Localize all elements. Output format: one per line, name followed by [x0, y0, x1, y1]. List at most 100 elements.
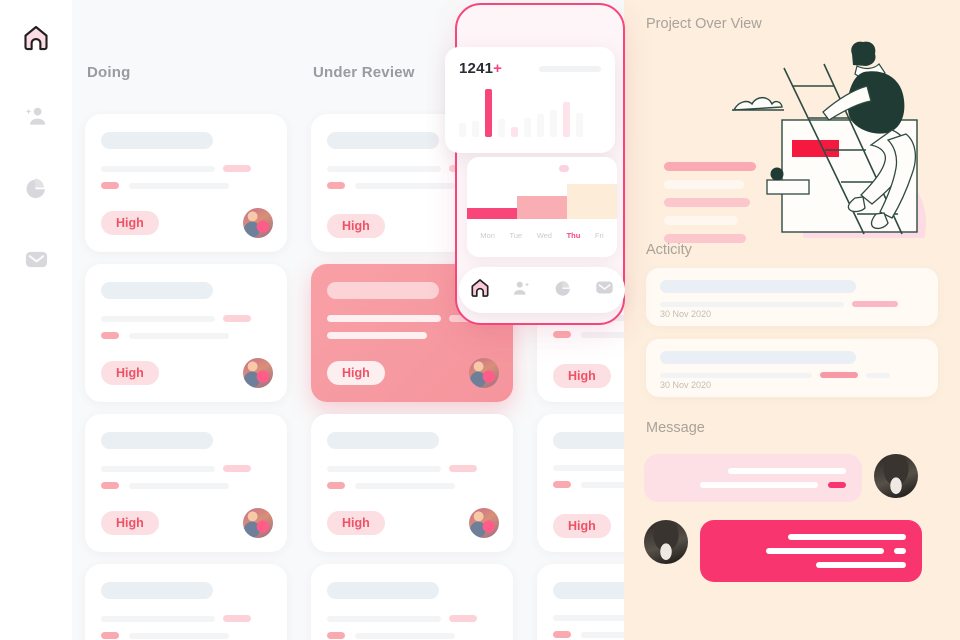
- pie-chart-icon: [553, 278, 573, 303]
- message-accent-mark: [828, 482, 846, 488]
- column-title: Doing: [87, 64, 131, 81]
- card-tag-placeholder: [223, 615, 251, 622]
- activity-progress: [820, 372, 858, 378]
- project-overview-title: Project Over View: [646, 16, 762, 32]
- nav-item-analytics[interactable]: [552, 279, 574, 301]
- message-text-line: [766, 548, 884, 554]
- avatar[interactable]: [874, 454, 918, 498]
- message-incoming[interactable]: [644, 454, 940, 502]
- sidebar-item-messages[interactable]: [14, 240, 58, 284]
- card-text-line: [581, 481, 624, 488]
- priority-badge: High: [101, 210, 159, 236]
- card-text-line: [355, 182, 455, 189]
- message-title: Message: [646, 420, 705, 436]
- bar: [537, 113, 544, 137]
- message-bubble: [644, 454, 862, 502]
- nav-item-home[interactable]: [469, 277, 491, 304]
- activity-title-placeholder: [660, 351, 856, 364]
- message-text-line: [700, 482, 818, 488]
- task-card[interactable]: High: [537, 414, 624, 552]
- activity-progress: [852, 301, 898, 307]
- activity-text-line: [866, 372, 890, 378]
- card-text-line: [553, 465, 624, 471]
- activity-text-line: [660, 301, 844, 307]
- bar-chart: [459, 89, 601, 137]
- priority-badge: High: [553, 513, 611, 538]
- task-card[interactable]: High: [85, 414, 287, 552]
- step-bar: [567, 183, 617, 219]
- card-text-line: [129, 182, 229, 189]
- priority-badge: High: [553, 363, 611, 388]
- nav-item-messages[interactable]: [593, 279, 615, 301]
- app-root: Doing High High High Under Review High H…: [0, 0, 960, 640]
- phone-mockup: 1241+ Mon Tue Wed Thu Fri: [445, 3, 625, 325]
- activity-date: 30 Nov 2020: [660, 380, 712, 390]
- day-label-active: Thu: [566, 231, 581, 240]
- card-title-placeholder: [101, 132, 213, 149]
- board-column-doing: Doing High High High: [85, 0, 287, 640]
- sidebar-item-add-user[interactable]: [14, 96, 58, 140]
- task-card[interactable]: High: [85, 264, 287, 402]
- card-text-line: [101, 615, 215, 622]
- card-marker: [553, 331, 571, 338]
- message-text-line: [788, 534, 906, 540]
- card-marker: [327, 182, 345, 189]
- bar: [550, 110, 557, 137]
- home-icon: [469, 277, 491, 304]
- task-card[interactable]: High: [85, 564, 287, 640]
- task-card[interactable]: High: [311, 564, 513, 640]
- card-marker: [327, 482, 345, 489]
- avatar[interactable]: [243, 508, 273, 538]
- card-text-line: [129, 482, 229, 489]
- message-outgoing[interactable]: [644, 520, 940, 582]
- chart-marker: [559, 165, 569, 172]
- activity-item[interactable]: 30 Nov 2020: [646, 339, 938, 397]
- bar: [576, 113, 583, 137]
- card-text-line: [327, 165, 441, 172]
- sidebar-item-home[interactable]: [14, 18, 58, 62]
- bar: [472, 120, 479, 137]
- card-title-placeholder: [101, 432, 213, 449]
- column-card-list: High High High: [85, 114, 287, 640]
- card-text-line: [327, 332, 427, 339]
- priority-badge: High: [327, 510, 385, 536]
- task-card[interactable]: High: [311, 414, 513, 552]
- card-text-line: [355, 632, 455, 639]
- stat-suffix: +: [493, 60, 503, 77]
- mail-icon: [594, 277, 615, 303]
- bar: [459, 122, 466, 137]
- sidebar-item-analytics[interactable]: [14, 168, 58, 212]
- avatar[interactable]: [469, 508, 499, 538]
- priority-badge: High: [327, 213, 385, 238]
- task-card[interactable]: High: [85, 114, 287, 252]
- card-title-placeholder: [327, 132, 439, 149]
- step-bar: [467, 207, 517, 219]
- bar: [485, 89, 492, 137]
- card-text-line: [101, 465, 215, 472]
- activity-text-line: [660, 372, 812, 378]
- activity-title-placeholder: [660, 280, 856, 293]
- task-card[interactable]: High: [537, 564, 624, 640]
- card-title-placeholder: [101, 282, 213, 299]
- bar: [498, 118, 505, 137]
- day-label: Mon: [480, 231, 495, 240]
- ladder-worker-illustration: [732, 41, 926, 238]
- avatar[interactable]: [469, 358, 499, 388]
- card-marker: [327, 632, 345, 639]
- card-text-line: [327, 315, 441, 322]
- avatar[interactable]: [644, 520, 688, 564]
- avatar[interactable]: [243, 208, 273, 238]
- card-tag-placeholder: [449, 615, 477, 622]
- card-text-line: [129, 632, 229, 639]
- card-text-line: [581, 631, 624, 638]
- bar: [563, 102, 570, 137]
- day-label: Fri: [594, 231, 604, 240]
- add-user-icon: [23, 103, 49, 134]
- card-text-line: [327, 615, 441, 622]
- day-labels: Mon Tue Wed Thu Fri: [467, 231, 617, 240]
- activity-item[interactable]: 30 Nov 2020: [646, 268, 938, 326]
- card-tag-placeholder: [449, 465, 477, 472]
- nav-item-add-user[interactable]: [510, 279, 532, 301]
- avatar[interactable]: [243, 358, 273, 388]
- card-tag-placeholder: [223, 315, 251, 322]
